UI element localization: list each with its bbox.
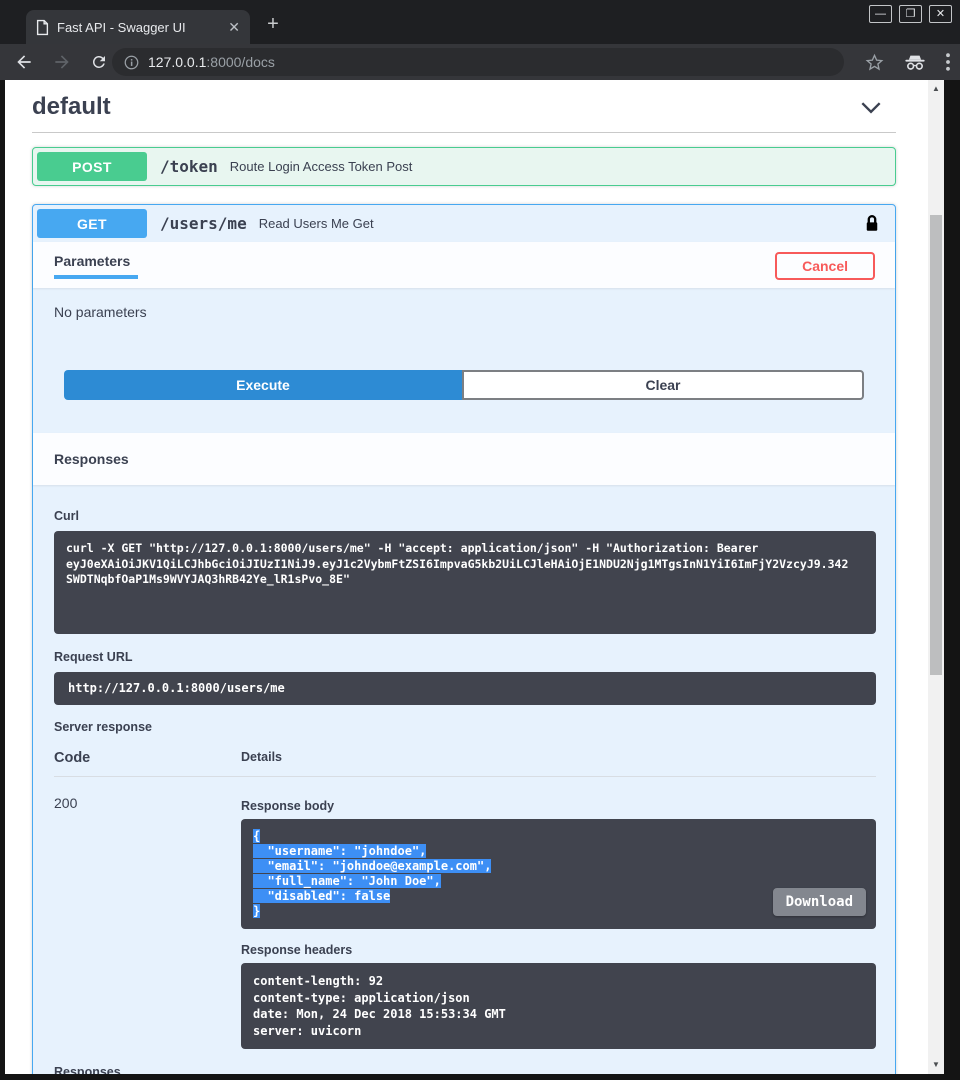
response-body-line: "disabled": false bbox=[253, 889, 390, 903]
get-summary: Read Users Me Get bbox=[259, 216, 865, 231]
back-icon[interactable] bbox=[14, 52, 34, 72]
browser-toolbar: 127.0.0.1:8000/docs bbox=[0, 44, 960, 80]
opblock-post-token[interactable]: POST /token Route Login Access Token Pos… bbox=[32, 147, 896, 186]
opblock-get-users-me: GET /users/me Read Users Me Get Paramete… bbox=[32, 204, 896, 1074]
browser-menu-kebab-icon[interactable] bbox=[946, 53, 950, 71]
details-column-header: Details bbox=[241, 750, 282, 766]
no-parameters-text: No parameters bbox=[33, 288, 895, 320]
server-response-table-header: Code Details bbox=[54, 750, 876, 777]
close-button[interactable]: ✕ bbox=[929, 5, 952, 23]
collapse-chevron-down-icon[interactable] bbox=[860, 101, 882, 114]
post-method-badge: POST bbox=[37, 152, 147, 181]
window-controls: — ❐ ✕ bbox=[869, 5, 952, 23]
code-column-header: Code bbox=[54, 750, 241, 766]
download-button[interactable]: Download bbox=[773, 888, 866, 916]
minimize-button[interactable]: — bbox=[869, 5, 892, 23]
response-body-line: { bbox=[253, 829, 260, 843]
tab-parameters[interactable]: Parameters bbox=[54, 253, 138, 279]
incognito-icon bbox=[904, 54, 926, 71]
post-path: /token bbox=[160, 157, 218, 176]
response-body: { "username": "johndoe", "email": "johnd… bbox=[241, 819, 876, 929]
api-group-title: default bbox=[32, 93, 111, 121]
curl-label: Curl bbox=[54, 509, 876, 523]
execute-button[interactable]: Execute bbox=[64, 370, 462, 400]
browser-tab[interactable]: Fast API - Swagger UI ✕ bbox=[26, 10, 250, 44]
url-path: :8000/docs bbox=[206, 54, 275, 70]
cancel-button[interactable]: Cancel bbox=[775, 252, 875, 280]
new-tab-button[interactable]: + bbox=[262, 14, 284, 36]
forward-icon[interactable] bbox=[52, 52, 72, 72]
scrollbar-down-icon[interactable]: ▼ bbox=[928, 1058, 944, 1072]
get-method-badge: GET bbox=[37, 209, 147, 238]
browser-tabstrip: Fast API - Swagger UI ✕ + — ❐ ✕ bbox=[0, 0, 960, 44]
post-summary: Route Login Access Token Post bbox=[230, 159, 891, 174]
execute-row: Execute Clear bbox=[64, 370, 864, 400]
tab-close-icon[interactable]: ✕ bbox=[228, 20, 240, 34]
site-info-icon[interactable] bbox=[124, 55, 139, 70]
response-body-label: Response body bbox=[241, 799, 876, 813]
tab-title: Fast API - Swagger UI bbox=[57, 20, 220, 35]
parameters-section-header: Parameters Cancel bbox=[33, 242, 895, 288]
favicon-document-icon bbox=[36, 19, 49, 36]
status-code: 200 bbox=[54, 777, 241, 1049]
responses-section-header: Responses bbox=[33, 433, 895, 485]
clear-button[interactable]: Clear bbox=[462, 370, 864, 400]
request-url-value: http://127.0.0.1:8000/users/me bbox=[54, 672, 876, 705]
url-text[interactable]: 127.0.0.1:8000/docs bbox=[148, 54, 275, 70]
url-host: 127.0.0.1 bbox=[148, 54, 206, 70]
response-body-line: "full_name": "John Doe", bbox=[253, 874, 441, 888]
responses-content: Curl curl -X GET "http://127.0.0.1:8000/… bbox=[33, 485, 895, 1074]
auth-lock-icon[interactable] bbox=[865, 214, 879, 233]
maximize-button[interactable]: ❐ bbox=[899, 5, 922, 23]
api-group-header[interactable]: default bbox=[32, 90, 896, 124]
response-body-line: "email": "johndoe@example.com", bbox=[253, 859, 491, 873]
get-path: /users/me bbox=[160, 214, 247, 233]
bookmark-star-icon[interactable] bbox=[865, 53, 884, 72]
swagger-page: default POST /token Route Login Access T… bbox=[5, 80, 928, 1074]
request-url-label: Request URL bbox=[54, 650, 876, 664]
server-response-label: Server response bbox=[54, 720, 876, 734]
responses-doc-label: Responses bbox=[54, 1065, 876, 1074]
scrollbar-up-icon[interactable]: ▲ bbox=[928, 82, 944, 96]
reload-icon[interactable] bbox=[90, 53, 108, 71]
get-operation-header[interactable]: GET /users/me Read Users Me Get bbox=[33, 205, 895, 242]
response-headers-label: Response headers bbox=[241, 943, 876, 957]
response-body-line: } bbox=[253, 904, 260, 918]
response-body-line: "username": "johndoe", bbox=[253, 844, 426, 858]
scrollbar-thumb[interactable] bbox=[930, 215, 942, 675]
response-headers: content-length: 92 content-type: applica… bbox=[241, 963, 876, 1049]
server-response-row: 200 Response body { "username": "johndoe… bbox=[54, 777, 876, 1049]
address-bar[interactable]: 127.0.0.1:8000/docs bbox=[112, 48, 844, 76]
group-divider bbox=[32, 132, 896, 133]
curl-command: curl -X GET "http://127.0.0.1:8000/users… bbox=[54, 531, 876, 634]
page-scrollbar[interactable]: ▲ ▼ bbox=[928, 80, 944, 1074]
